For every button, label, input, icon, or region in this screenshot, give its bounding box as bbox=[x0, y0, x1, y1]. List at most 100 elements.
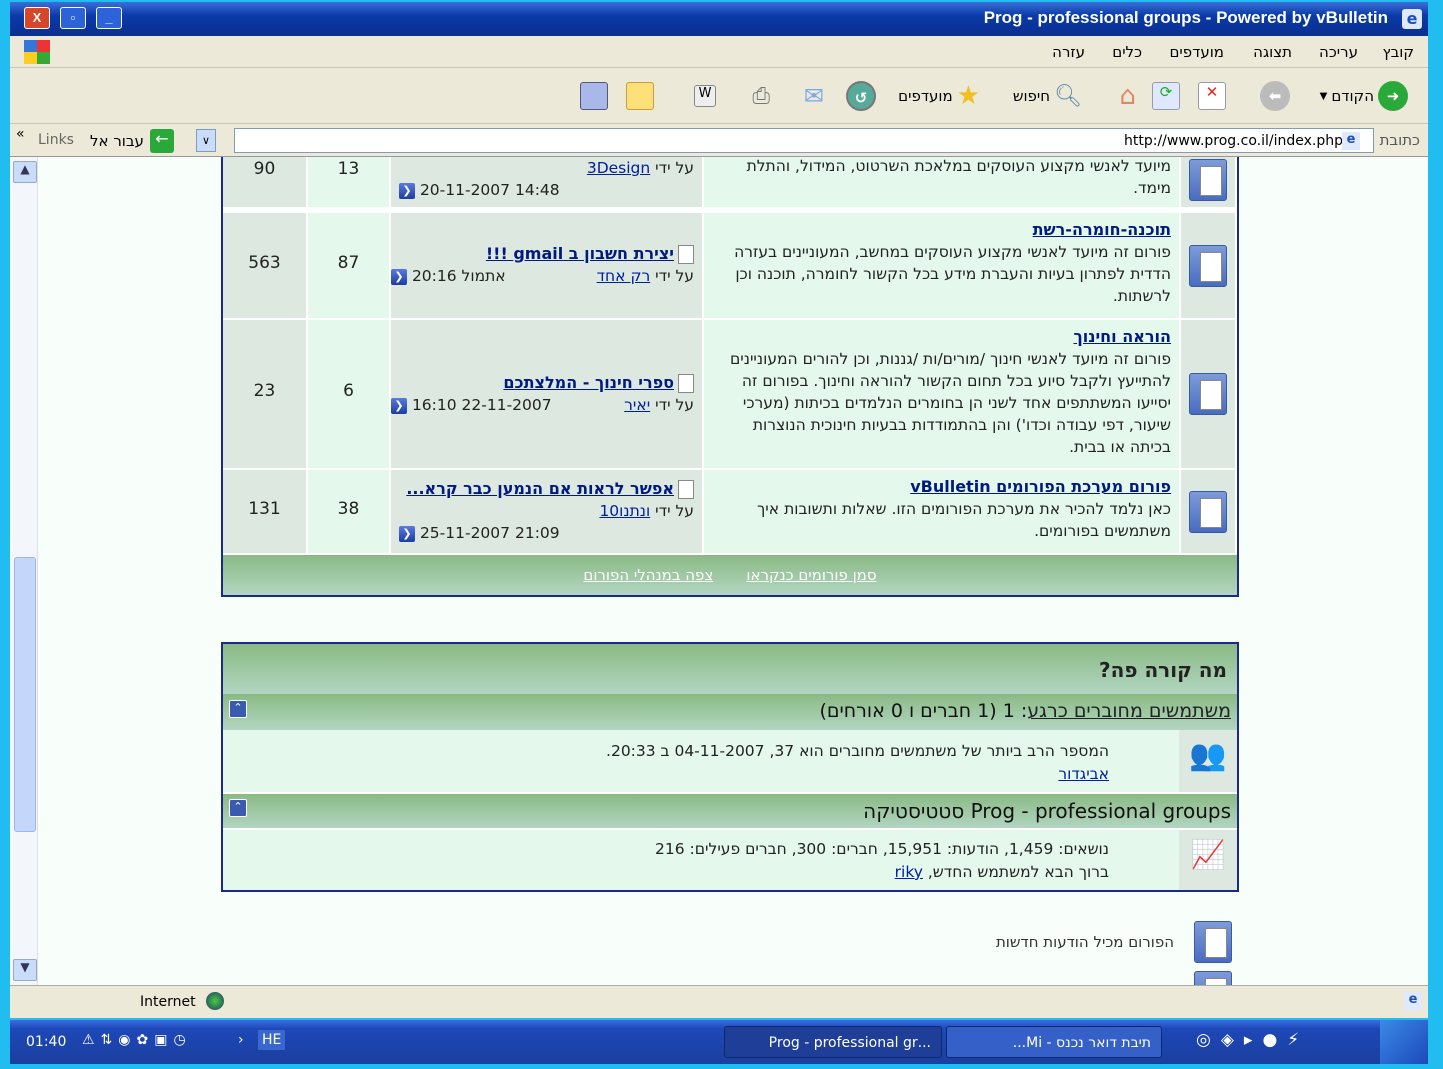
research-button[interactable] bbox=[580, 80, 608, 112]
scroll-up-button[interactable]: ▲ bbox=[13, 161, 37, 183]
menu-view[interactable]: תצוגה bbox=[1253, 43, 1292, 61]
favorites-button[interactable]: ★ מועדפים bbox=[898, 80, 980, 112]
tray-expand-icon[interactable]: › bbox=[238, 1032, 244, 1048]
vertical-scrollbar[interactable]: ▲ ▼ bbox=[12, 157, 38, 985]
home-button[interactable]: ⌂ bbox=[1119, 80, 1136, 112]
forum-posts-count: 131 bbox=[223, 470, 308, 555]
edit-button[interactable]: W bbox=[694, 80, 716, 112]
whats-going-on-title: מה קורה פה? bbox=[223, 644, 1237, 694]
zone-label: Internet bbox=[140, 994, 196, 1010]
forum-description: מיועד לאנשי מקצוע העוסקים במלאכת השרטוט,… bbox=[704, 157, 1181, 209]
last-poster-link[interactable]: יאיר bbox=[624, 396, 650, 414]
address-bar: כתובת http://www.prog.co.il/index.php e … bbox=[10, 124, 1428, 157]
menu-tools[interactable]: כלים bbox=[1112, 43, 1142, 61]
forum-new-posts-icon bbox=[1194, 921, 1232, 963]
last-thread-link[interactable]: ספרי חינוך - המלצתכם bbox=[503, 373, 674, 392]
forum-icon bbox=[1189, 244, 1227, 287]
address-dropdown[interactable]: ∨ bbox=[196, 129, 216, 152]
forum-title-link[interactable]: פורום מערכת הפורומים vBulletin bbox=[910, 477, 1171, 496]
task-ie[interactable]: ...Prog - professional gr bbox=[724, 1026, 942, 1058]
search-button[interactable]: 🔍︎ חיפוש bbox=[1013, 80, 1082, 112]
word-icon: W bbox=[694, 85, 716, 107]
mail-button[interactable]: ✉ bbox=[804, 80, 824, 112]
menu-file[interactable]: קובץ bbox=[1383, 43, 1415, 61]
clock: 01:40 bbox=[26, 1034, 67, 1050]
forum-footer: סמן פורומים כנקראו צפה במנהלי הפורום bbox=[223, 555, 1237, 595]
go-to-last-post-icon[interactable]: ❯ bbox=[399, 525, 415, 542]
forum-threads-count: 6 bbox=[308, 320, 391, 470]
history-icon: ↺ bbox=[846, 81, 876, 111]
task-outlook[interactable]: תיבת דואר נכנס - Mi... bbox=[946, 1026, 1162, 1058]
menu-edit[interactable]: עריכה bbox=[1319, 43, 1358, 61]
forum-posts-count: 90 bbox=[223, 157, 308, 209]
menu-bar: קובץ עריכה תצוגה מועדפים כלים עזרה bbox=[10, 36, 1428, 68]
collapse-icon[interactable]: ⌃ bbox=[229, 799, 247, 817]
start-button[interactable] bbox=[1380, 1020, 1428, 1064]
menu-help[interactable]: עזרה bbox=[1052, 43, 1085, 61]
newest-user-link[interactable]: riky bbox=[895, 863, 923, 881]
online-users-link[interactable]: משתמשים מחוברים כרגע bbox=[1027, 700, 1231, 722]
last-poster-link[interactable]: ונתנו10 bbox=[599, 502, 650, 520]
online-user-link[interactable]: אביגדור bbox=[1058, 765, 1109, 783]
forum-description: פורום מערכת הפורומים vBulletin כאן נלמד … bbox=[704, 470, 1181, 555]
taskbar: 01:40 ⚠⇅◉✿▣◷ › HE ...Prog - professional… bbox=[10, 1020, 1428, 1064]
legend-new-posts: הפורום מכיל הודעות חדשות bbox=[995, 933, 1174, 951]
print-button[interactable]: ⎙ bbox=[752, 80, 770, 112]
close-button[interactable]: X bbox=[24, 7, 50, 29]
note-button[interactable] bbox=[626, 80, 654, 112]
window-title: Prog - professional groups - Powered by … bbox=[983, 8, 1388, 27]
ie-page-icon: e bbox=[1342, 132, 1360, 150]
title-bar: X ▫ _ Prog - professional groups - Power… bbox=[10, 2, 1428, 36]
windows-logo-icon bbox=[24, 40, 50, 64]
minimize-button[interactable]: _ bbox=[96, 7, 122, 29]
links-button[interactable]: Links bbox=[38, 132, 74, 148]
forward-arrow-icon: ⬅ bbox=[1260, 81, 1290, 111]
thread-icon bbox=[678, 480, 694, 499]
forum-title-link[interactable]: הוראה וחינוך bbox=[1073, 327, 1171, 346]
scroll-thumb[interactable] bbox=[14, 557, 36, 832]
quick-launch-icons[interactable]: ◎◈▸●⚡ bbox=[1196, 1030, 1309, 1050]
thread-icon bbox=[678, 245, 694, 264]
forum-status-cell bbox=[1181, 320, 1237, 470]
tray-icons[interactable]: ⚠⇅◉✿▣◷ bbox=[82, 1032, 192, 1048]
scroll-down-button[interactable]: ▼ bbox=[13, 959, 37, 981]
back-button[interactable]: ➜ הקודם ▼ bbox=[1320, 80, 1408, 112]
refresh-icon: ⟳ bbox=[1152, 82, 1180, 110]
last-poster-link[interactable]: רק אחד bbox=[597, 267, 651, 285]
collapse-icon[interactable]: ⌃ bbox=[229, 700, 247, 718]
chart-icon: 📈 bbox=[1179, 830, 1237, 890]
stop-icon: ✕ bbox=[1198, 82, 1226, 110]
restore-button[interactable]: ▫ bbox=[60, 7, 86, 29]
note-icon bbox=[626, 82, 654, 110]
address-label: כתובת bbox=[1379, 131, 1420, 149]
go-button[interactable]: ← עבור אל bbox=[90, 129, 174, 153]
refresh-button[interactable]: ⟳ bbox=[1152, 80, 1180, 112]
globe-icon bbox=[206, 992, 224, 1010]
last-thread-link[interactable]: יצירת חשבון ב gmail !!! bbox=[486, 244, 674, 263]
language-indicator[interactable]: HE bbox=[258, 1030, 286, 1050]
mark-read-link[interactable]: סמן פורומים כנקראו bbox=[746, 566, 876, 584]
history-button[interactable]: ↺ bbox=[846, 80, 876, 112]
stats-body: נושאים: 1,459, הודעות: 15,951, חברים: 30… bbox=[223, 830, 1179, 890]
star-icon: ★ bbox=[956, 81, 980, 111]
go-to-last-post-icon[interactable]: ❯ bbox=[399, 182, 415, 199]
forum-title-link[interactable]: תוכנה-חומרה-רשת bbox=[1033, 220, 1171, 239]
address-input[interactable]: http://www.prog.co.il/index.php bbox=[234, 128, 1374, 153]
go-to-last-post-icon[interactable]: ❯ bbox=[391, 268, 407, 285]
forum-posts-count: 563 bbox=[223, 213, 308, 320]
research-icon bbox=[580, 82, 608, 110]
last-thread-link[interactable]: אפשר לראות אם הנמען כבר קרא... bbox=[406, 479, 674, 498]
go-to-last-post-icon[interactable]: ❯ bbox=[391, 397, 407, 414]
status-bar: Internet e bbox=[10, 985, 1428, 1018]
forum-status-cell bbox=[1181, 470, 1237, 555]
last-poster-link[interactable]: 3Design bbox=[587, 159, 650, 177]
printer-icon: ⎙ bbox=[752, 83, 770, 109]
stop-button[interactable]: ✕ bbox=[1198, 80, 1226, 112]
search-icon: 🔍︎ bbox=[1054, 83, 1082, 109]
online-users-header: משתמשים מחוברים כרגע: 1 (1 חברים ו 0 אור… bbox=[223, 694, 1237, 730]
view-leaders-link[interactable]: צפה במנהלי הפורום bbox=[583, 566, 713, 584]
forward-button[interactable]: ⬅ bbox=[1260, 80, 1290, 112]
forum-icon bbox=[1194, 971, 1232, 985]
ie-icon: e bbox=[1402, 9, 1422, 29]
menu-favorites[interactable]: מועדפים bbox=[1169, 43, 1224, 61]
